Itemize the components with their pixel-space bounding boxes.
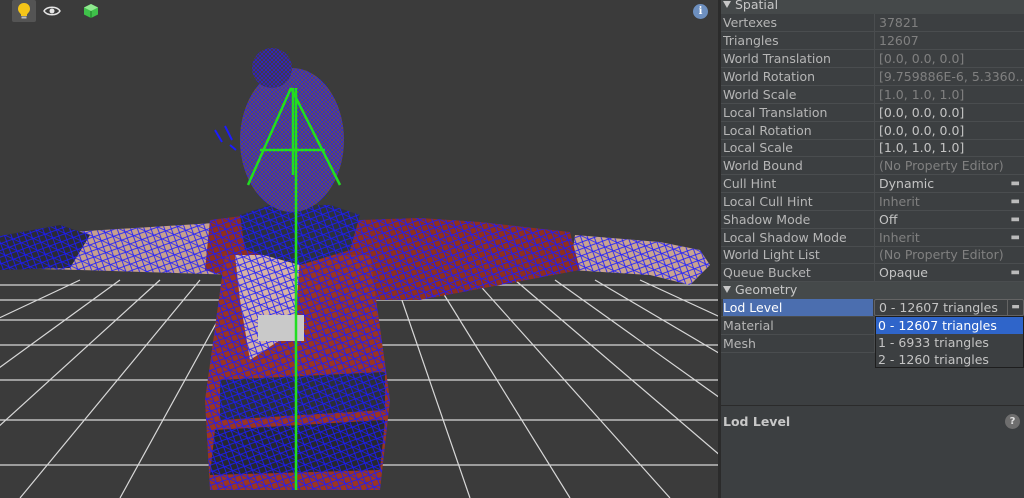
section-title: Geometry xyxy=(735,282,798,297)
property-value: [0.0, 0.0, 0.0] xyxy=(874,50,1024,67)
property-name: Triangles xyxy=(723,33,779,48)
chevron-down-icon: ▬ xyxy=(1010,196,1020,207)
lod-level-select[interactable]: 0 - 12607 triangles ▬ xyxy=(874,299,1024,316)
property-name: Local Cull Hint xyxy=(723,194,813,209)
property-row-queue-bucket[interactable]: Queue Bucket Opaque ▬ xyxy=(721,264,1024,282)
dropdown-option[interactable]: 1 - 6933 triangles xyxy=(876,334,1023,351)
scene-canvas[interactable] xyxy=(0,0,718,498)
queue-bucket-select[interactable]: Opaque ▬ xyxy=(874,264,1024,281)
property-value[interactable]: [1.0, 1.0, 1.0] xyxy=(874,139,1024,156)
selected-value: 0 - 12607 triangles xyxy=(879,300,998,315)
selected-value: Opaque xyxy=(879,265,928,280)
property-name: Cull Hint xyxy=(723,176,777,191)
property-row-local-cull-hint[interactable]: Local Cull Hint Inherit ▬ xyxy=(721,193,1024,211)
property-name: World Bound xyxy=(723,158,803,173)
property-row-triangles[interactable]: Triangles 12607 xyxy=(721,32,1024,50)
property-row-local-rotation[interactable]: Local Rotation [0.0, 0.0, 0.0] xyxy=(721,122,1024,140)
property-name: Local Scale xyxy=(723,140,794,155)
property-row-local-scale[interactable]: Local Scale [1.0, 1.0, 1.0] xyxy=(721,139,1024,157)
property-value[interactable]: [0.0, 0.0, 0.0] xyxy=(874,122,1024,139)
toggle-light-button[interactable] xyxy=(12,0,36,22)
property-row-world-light-list[interactable]: World Light List (No Property Editor) xyxy=(721,246,1024,264)
3d-viewport[interactable]: i xyxy=(0,0,718,498)
property-row-cull-hint[interactable]: Cull Hint Dynamic ▬ xyxy=(721,175,1024,193)
cull-hint-select[interactable]: Dynamic ▬ xyxy=(874,175,1024,192)
chevron-down-icon[interactable]: ▬ xyxy=(1007,300,1023,315)
property-name: Material xyxy=(723,318,774,333)
lod-level-dropdown-list[interactable]: 0 - 12607 triangles 1 - 6933 triangles 2… xyxy=(875,316,1024,368)
dropdown-option[interactable]: 2 - 1260 triangles xyxy=(876,351,1023,368)
property-value: (No Property Editor) xyxy=(874,157,1024,174)
local-cull-hint-select[interactable]: Inherit ▬ xyxy=(874,193,1024,210)
property-value: (No Property Editor) xyxy=(874,246,1024,263)
dropdown-option[interactable]: 0 - 12607 triangles xyxy=(876,317,1023,334)
local-shadow-mode-select[interactable]: Inherit ▬ xyxy=(874,229,1024,246)
toggle-visibility-button[interactable] xyxy=(40,0,64,22)
shadow-mode-select[interactable]: Off ▬ xyxy=(874,211,1024,228)
lightbulb-icon xyxy=(18,3,30,19)
description-divider[interactable] xyxy=(721,405,1024,406)
property-row-vertexes[interactable]: Vertexes 37821 xyxy=(721,14,1024,32)
property-name: Local Shadow Mode xyxy=(723,230,847,245)
property-row-world-scale[interactable]: World Scale [1.0, 1.0, 1.0] xyxy=(721,86,1024,104)
property-row-local-shadow-mode[interactable]: Local Shadow Mode Inherit ▬ xyxy=(721,229,1024,247)
viewport-toolbar: i xyxy=(0,0,718,24)
chevron-down-icon: ▬ xyxy=(1010,267,1020,278)
geometry-section-header[interactable]: Geometry xyxy=(721,282,1024,299)
property-name: World Light List xyxy=(723,247,820,262)
property-name: Local Rotation xyxy=(723,123,812,138)
chevron-down-icon: ▬ xyxy=(1010,178,1020,189)
property-row-world-translation[interactable]: World Translation [0.0, 0.0, 0.0] xyxy=(721,50,1024,68)
property-name: Queue Bucket xyxy=(723,265,811,280)
help-icon[interactable]: ? xyxy=(1005,414,1020,429)
section-title: Spatial xyxy=(735,0,779,12)
collapse-triangle-icon xyxy=(723,1,731,8)
chevron-down-icon: ▬ xyxy=(1010,232,1020,243)
property-row-local-translation[interactable]: Local Translation [0.0, 0.0, 0.0] xyxy=(721,104,1024,122)
selected-value: Inherit xyxy=(879,230,920,245)
property-name: Lod Level xyxy=(723,299,873,316)
cube-icon xyxy=(84,4,98,18)
property-name: Local Translation xyxy=(723,105,828,120)
eye-icon xyxy=(43,6,61,16)
property-value[interactable]: [0.0, 0.0, 0.0] xyxy=(874,104,1024,121)
selected-value: Off xyxy=(879,212,898,227)
property-value: [1.0, 1.0, 1.0] xyxy=(874,86,1024,103)
property-row-world-rotation[interactable]: World Rotation [9.759886E-6, 5.3360... xyxy=(721,68,1024,86)
description-title: Lod Level xyxy=(723,414,791,429)
property-value: 12607 xyxy=(874,32,1024,49)
spatial-section-header[interactable]: Spatial xyxy=(721,0,1024,14)
selected-value: Inherit xyxy=(879,194,920,209)
property-name: Mesh xyxy=(723,336,756,351)
collapse-triangle-icon xyxy=(723,286,731,293)
property-name: Shadow Mode xyxy=(723,212,811,227)
property-value: 37821 xyxy=(874,14,1024,31)
property-name: World Scale xyxy=(723,87,797,102)
properties-panel: Spatial Vertexes 37821 Triangles 12607 W… xyxy=(721,0,1024,498)
property-name: World Translation xyxy=(723,51,831,66)
property-name: World Rotation xyxy=(723,69,816,84)
info-icon[interactable]: i xyxy=(693,4,708,19)
property-row-lod-level[interactable]: Lod Level 0 - 12607 triangles ▬ xyxy=(721,299,1024,317)
chevron-down-icon: ▬ xyxy=(1010,214,1020,225)
toggle-geometry-button[interactable] xyxy=(79,0,103,22)
property-value: [9.759886E-6, 5.3360... xyxy=(874,68,1024,85)
property-name: Vertexes xyxy=(723,15,777,30)
property-row-world-bound[interactable]: World Bound (No Property Editor) xyxy=(721,157,1024,175)
selected-value: Dynamic xyxy=(879,176,935,191)
property-row-shadow-mode[interactable]: Shadow Mode Off ▬ xyxy=(721,211,1024,229)
